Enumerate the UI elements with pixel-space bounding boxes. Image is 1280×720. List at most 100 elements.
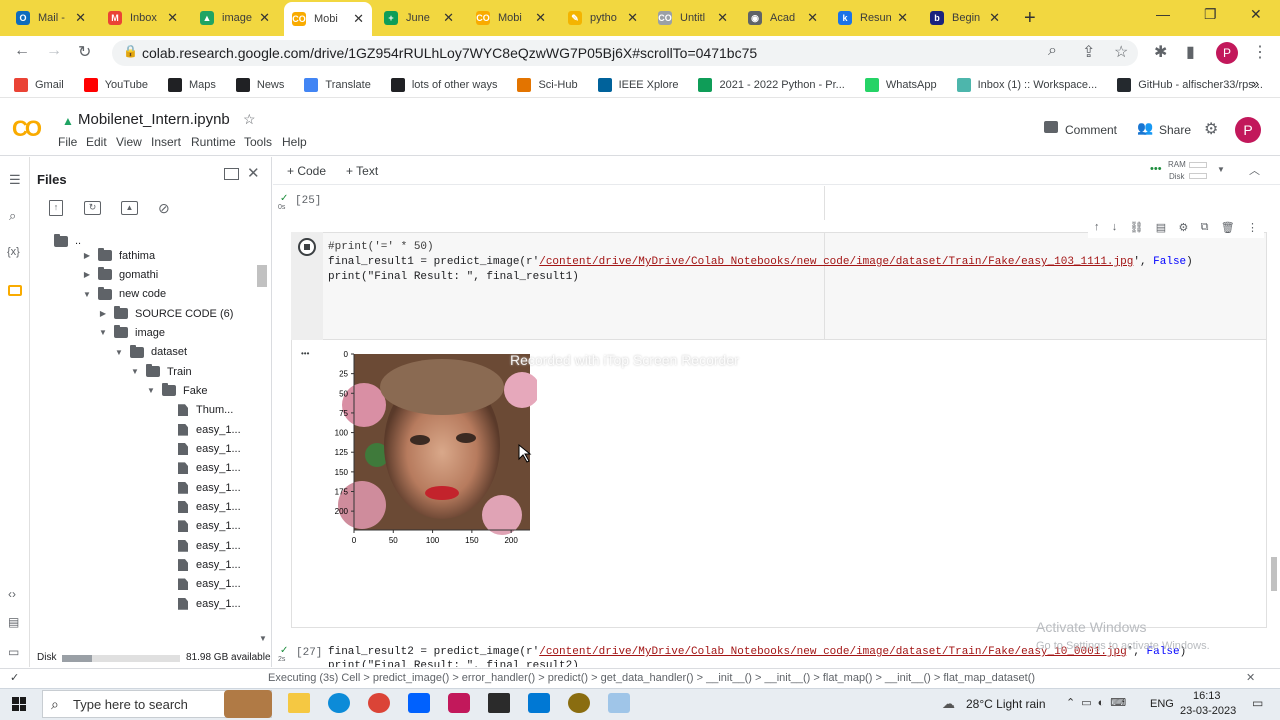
tab-close-icon[interactable]: ✕ bbox=[353, 11, 364, 27]
tree-folder[interactable]: ▶ fathima bbox=[82, 246, 155, 265]
tab-close-icon[interactable]: ✕ bbox=[989, 10, 1000, 26]
bookmark-item[interactable]: News bbox=[235, 77, 284, 92]
collapse-header-icon[interactable]: ︿ bbox=[1249, 162, 1260, 178]
bookmark-item[interactable]: IEEE Xplore bbox=[597, 77, 678, 92]
bookmark-item[interactable]: 2021 - 2022 Python - Pr... bbox=[698, 77, 845, 92]
mount-drive-icon[interactable]: ▲ bbox=[121, 201, 138, 215]
vscode-icon[interactable] bbox=[528, 693, 550, 713]
code-line-2[interactable]: final_result1 = predict_image(r'/content… bbox=[328, 256, 1193, 268]
menu-edit[interactable]: Edit bbox=[86, 135, 107, 149]
bookmark-item[interactable]: Translate bbox=[304, 77, 371, 92]
files-icon[interactable] bbox=[8, 285, 22, 296]
clock-date[interactable]: 23-03-2023 bbox=[1180, 705, 1236, 717]
collapse-caret-icon[interactable]: ▼ bbox=[130, 367, 140, 376]
tree-file[interactable]: easy_1... bbox=[162, 420, 241, 439]
browser-tab[interactable]: ▲ image ✕ bbox=[192, 4, 278, 32]
dropbox-icon[interactable] bbox=[408, 693, 430, 713]
tree-file[interactable]: easy_1... bbox=[162, 517, 241, 536]
notebook-title[interactable]: Mobilenet_Intern.ipynb bbox=[78, 111, 230, 128]
tree-file[interactable]: easy_1... bbox=[162, 575, 241, 594]
menu-view[interactable]: View bbox=[116, 135, 142, 149]
bookmark-item[interactable]: Maps bbox=[167, 77, 216, 92]
tree-folder[interactable]: ▼ new code bbox=[82, 285, 166, 304]
tab-close-icon[interactable]: ✕ bbox=[167, 10, 178, 26]
add-code-button[interactable]: + Code bbox=[287, 164, 326, 178]
zoom-icon[interactable]: ⌕ bbox=[1048, 42, 1057, 60]
tab-close-icon[interactable]: ✕ bbox=[75, 10, 86, 26]
reload-icon[interactable]: ↻ bbox=[78, 42, 91, 62]
new-window-icon[interactable] bbox=[224, 168, 239, 180]
terminal-app-icon[interactable] bbox=[488, 693, 510, 713]
settings-app-icon[interactable] bbox=[568, 693, 590, 713]
move-up-icon[interactable]: ↑ bbox=[1094, 221, 1100, 238]
notifications-icon[interactable]: ▭ bbox=[1252, 696, 1263, 710]
weather-text[interactable]: 28°C Light rain bbox=[966, 697, 1046, 711]
variables-icon[interactable]: {x} bbox=[7, 246, 20, 258]
tree-file[interactable]: Thum... bbox=[162, 401, 233, 420]
share-button[interactable]: Share bbox=[1159, 123, 1191, 137]
cell-settings-icon[interactable]: ⚙ bbox=[1178, 221, 1188, 238]
browser-menu-icon[interactable]: ⋮ bbox=[1252, 42, 1268, 62]
terminal-icon[interactable]: ▭ bbox=[8, 645, 19, 659]
new-tab-button[interactable]: + bbox=[1024, 7, 1036, 30]
browser-tab[interactable]: CO Untitl ✕ bbox=[650, 4, 736, 32]
browser-tab[interactable]: CO Mobi ✕ bbox=[284, 2, 372, 36]
misc-app-icon[interactable] bbox=[608, 693, 630, 713]
tab-close-icon[interactable]: ✕ bbox=[259, 10, 270, 26]
tree-file[interactable]: easy_1... bbox=[162, 556, 241, 575]
command-palette-icon[interactable]: ▤ bbox=[8, 615, 19, 629]
bookmark-item[interactable]: lots of other ways bbox=[390, 77, 497, 92]
upload-icon[interactable]: ↑ bbox=[49, 200, 63, 216]
tree-folder[interactable]: ▼ image bbox=[98, 323, 165, 342]
menu-file[interactable]: File bbox=[58, 135, 77, 149]
tree-folder[interactable]: ▶ SOURCE CODE (6) bbox=[98, 304, 233, 323]
extensions-icon[interactable]: ✱ bbox=[1154, 42, 1167, 62]
refresh-folder-icon[interactable]: ↻ bbox=[84, 201, 101, 215]
menu-help[interactable]: Help bbox=[282, 135, 307, 149]
bookmark-item[interactable]: GitHub - alfischer33/rps... bbox=[1117, 77, 1263, 92]
move-down-icon[interactable]: ↓ bbox=[1112, 221, 1118, 238]
cell-more-icon[interactable]: ⋮ bbox=[1247, 221, 1258, 238]
tree-file[interactable]: easy_1... bbox=[162, 536, 241, 555]
search-icon[interactable]: ⌕ bbox=[9, 208, 16, 224]
sidepanel-icon[interactable]: ▮ bbox=[1186, 42, 1195, 62]
tab-close-icon[interactable]: ✕ bbox=[807, 10, 818, 26]
bookmark-item[interactable]: YouTube bbox=[83, 77, 148, 92]
comment-cell-icon[interactable]: ▤ bbox=[1156, 221, 1166, 238]
tree-folder[interactable]: ▼ dataset bbox=[114, 343, 187, 362]
menu-tools[interactable]: Tools bbox=[244, 135, 272, 149]
bookmark-item[interactable]: Gmail bbox=[14, 77, 64, 92]
tree-file[interactable]: easy_1... bbox=[162, 440, 241, 459]
delete-cell-icon[interactable]: 🗑 bbox=[1221, 221, 1235, 238]
browser-tab[interactable]: + June ✕ bbox=[376, 4, 462, 32]
user-avatar[interactable]: P bbox=[1235, 117, 1261, 143]
bookmark-item[interactable]: Inbox (1) :: Workspace... bbox=[956, 77, 1097, 92]
clock-time[interactable]: 16:13 bbox=[1193, 690, 1221, 702]
star-icon[interactable]: ☆ bbox=[243, 111, 256, 128]
browser-tab[interactable]: k Resun ✕ bbox=[830, 4, 916, 32]
browser-tab[interactable]: b Begin ✕ bbox=[922, 4, 1008, 32]
bookmark-item[interactable]: Sci-Hub bbox=[517, 77, 578, 92]
chrome-icon[interactable] bbox=[368, 693, 390, 713]
itop-recorder-icon[interactable] bbox=[448, 693, 470, 713]
expand-caret-icon[interactable]: ▶ bbox=[82, 251, 92, 260]
code-line-1[interactable]: #print('=' * 50) bbox=[328, 241, 434, 253]
address-bar[interactable]: 🔒 colab.research.google.com/drive/1GZ954… bbox=[112, 40, 1138, 66]
status-close-icon[interactable]: ✕ bbox=[1246, 671, 1255, 684]
browser-tab[interactable]: ✎ pytho ✕ bbox=[560, 4, 646, 32]
file-explorer-icon[interactable] bbox=[288, 693, 310, 713]
share-page-icon[interactable]: ⇪ bbox=[1082, 42, 1095, 62]
settings-icon[interactable]: ⚙ bbox=[1204, 119, 1218, 139]
parent-folder-row[interactable]: .. bbox=[54, 233, 81, 247]
hide-files-icon[interactable]: ⊘ bbox=[158, 200, 170, 217]
forward-icon[interactable]: → bbox=[46, 42, 62, 60]
close-panel-icon[interactable]: ✕ bbox=[247, 164, 260, 182]
expand-caret-icon[interactable]: ▶ bbox=[98, 309, 108, 318]
cell-27-line-2[interactable]: print("Final Result: ", final_result2) bbox=[328, 660, 579, 667]
output-menu-icon[interactable]: ••• bbox=[301, 349, 309, 358]
tab-close-icon[interactable]: ✕ bbox=[717, 10, 728, 26]
link-icon[interactable]: ⛓ bbox=[1130, 221, 1144, 238]
code-line-3[interactable]: print("Final Result: ", final_result1) bbox=[328, 271, 579, 283]
running-cell[interactable] bbox=[291, 232, 1267, 340]
windows-start-icon[interactable] bbox=[12, 697, 26, 711]
